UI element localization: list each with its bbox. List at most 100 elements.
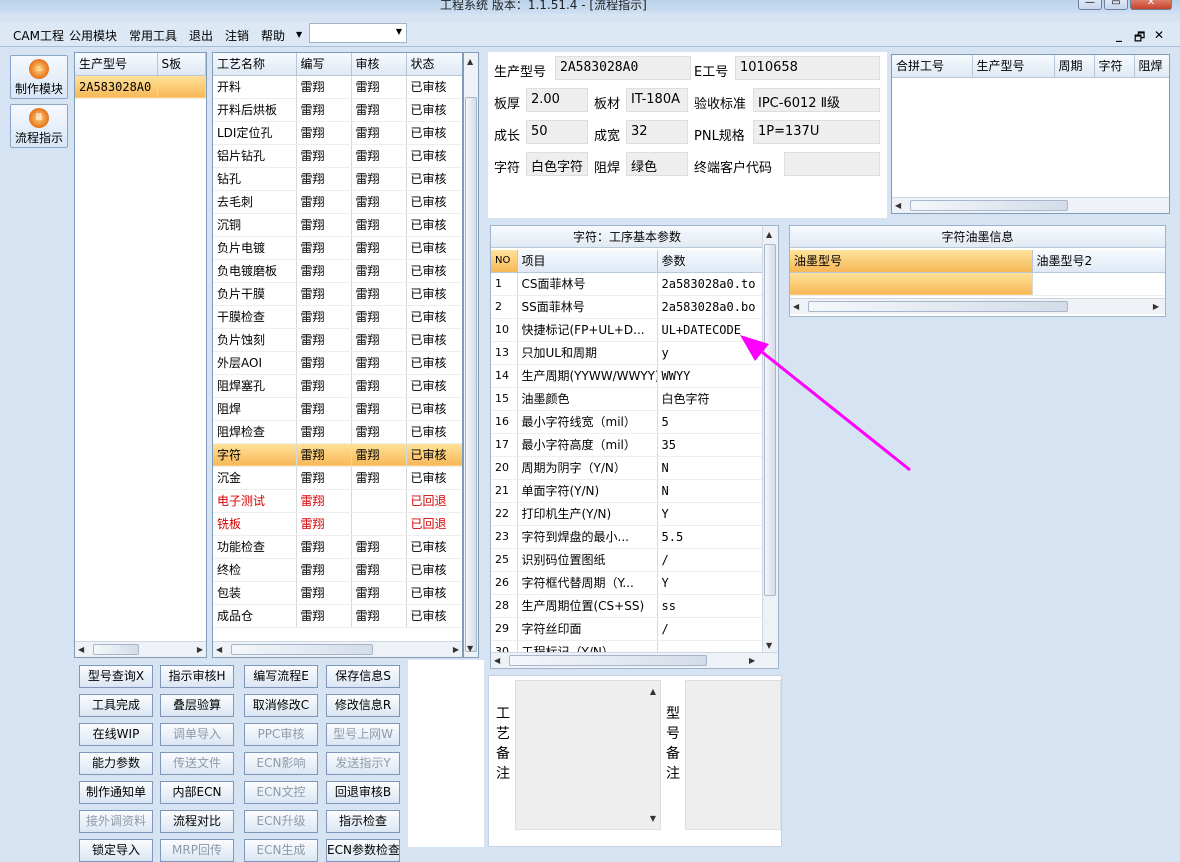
params-no-header[interactable]: NO bbox=[491, 250, 518, 273]
ink-model-header[interactable]: 油墨型号 bbox=[790, 250, 1033, 273]
params-item-header[interactable]: 项目 bbox=[517, 250, 658, 273]
merge-legend-header[interactable]: 字符 bbox=[1094, 55, 1135, 78]
process-row[interactable]: 铝片钻孔 雷翔 雷翔 已审核 bbox=[213, 144, 462, 168]
mdi-restore-button[interactable]: 🗗 bbox=[1134, 28, 1145, 49]
process-vscroll-thumb[interactable] bbox=[465, 97, 477, 652]
ink-hscroll-thumb[interactable] bbox=[808, 301, 1068, 312]
action-button-3-0[interactable]: 能力参数 bbox=[79, 752, 153, 775]
action-button-3-2[interactable]: ECN影响 bbox=[244, 752, 318, 775]
params-row[interactable]: 14 生产周期(YYWW/WWYY) WWYY bbox=[491, 364, 764, 388]
params-row[interactable]: 10 快捷标记(FP+UL+D... UL+DATECODE bbox=[491, 318, 764, 342]
process-hscroll-thumb[interactable] bbox=[231, 644, 373, 655]
maximize-button[interactable]: ▭ bbox=[1104, 0, 1128, 10]
process-row[interactable]: LDI定位孔 雷翔 雷翔 已审核 bbox=[213, 121, 462, 145]
material-field[interactable]: IT-180A bbox=[626, 88, 688, 112]
model-hscrollbar[interactable]: ◀ ▶ bbox=[75, 641, 206, 657]
action-button-6-3[interactable]: ECN参数检查 bbox=[326, 839, 400, 862]
process-row[interactable]: 去毛刺 雷翔 雷翔 已审核 bbox=[213, 190, 462, 214]
action-button-4-0[interactable]: 制作通知单 bbox=[79, 781, 153, 804]
process-row[interactable]: 外层AOI 雷翔 雷翔 已审核 bbox=[213, 351, 462, 375]
menu-logout[interactable]: 注销 bbox=[225, 27, 249, 44]
merge-hscroll-thumb[interactable] bbox=[910, 200, 1068, 211]
action-button-3-1[interactable]: 传送文件 bbox=[160, 752, 234, 775]
close-button[interactable]: ✕ bbox=[1130, 0, 1172, 10]
action-button-0-0[interactable]: 型号查询X bbox=[79, 665, 153, 688]
menu-tools[interactable]: 常用工具 bbox=[129, 27, 177, 44]
process-row[interactable]: 负片蚀刻 雷翔 雷翔 已审核 bbox=[213, 328, 462, 352]
menu-exit[interactable]: 退出 bbox=[189, 27, 213, 44]
process-row[interactable]: 包装 雷翔 雷翔 已审核 bbox=[213, 581, 462, 605]
params-row[interactable]: 13 只加UL和周期 y bbox=[491, 341, 764, 365]
e-number-field[interactable]: 1010658 bbox=[735, 56, 880, 80]
process-row[interactable]: 开料 雷翔 雷翔 已审核 bbox=[213, 75, 462, 99]
params-row[interactable]: 26 字符框代替周期（Y... Y bbox=[491, 571, 764, 595]
work-header[interactable]: 工 bbox=[205, 53, 206, 76]
merge-model-header[interactable]: 生产型号 bbox=[972, 55, 1055, 78]
model-field[interactable]: 2A583028A0 bbox=[555, 56, 691, 80]
process-row[interactable]: 字符 雷翔 雷翔 已审核 bbox=[213, 443, 462, 467]
process-row[interactable]: 阻焊塞孔 雷翔 雷翔 已审核 bbox=[213, 374, 462, 398]
action-button-6-1[interactable]: MRP回传 bbox=[160, 839, 234, 862]
params-hscroll-thumb[interactable] bbox=[509, 655, 707, 666]
model-hscroll-thumb[interactable] bbox=[93, 644, 139, 655]
menu-cam[interactable]: CAM工程 bbox=[13, 27, 64, 44]
merge-period-header[interactable]: 周期 bbox=[1054, 55, 1095, 78]
acceptance-standard-field[interactable]: IPC-6012 Ⅱ级 bbox=[753, 88, 880, 112]
process-note-textarea[interactable]: ▲ ▼ bbox=[515, 680, 661, 830]
process-row[interactable]: 铣板 雷翔 已回退 bbox=[213, 512, 462, 536]
action-button-5-1[interactable]: 流程对比 bbox=[160, 810, 234, 833]
process-row[interactable]: 终检 雷翔 雷翔 已审核 bbox=[213, 558, 462, 582]
ink-model2-header[interactable]: 油墨型号2 bbox=[1032, 250, 1165, 273]
action-button-3-3[interactable]: 发送指示Y bbox=[326, 752, 400, 775]
ink-hscrollbar[interactable]: ◀ ▶ bbox=[790, 298, 1165, 314]
toolbar-combobox[interactable]: ▼ bbox=[309, 23, 407, 43]
model-row[interactable]: 2A583028A0 F bbox=[75, 75, 206, 99]
end-customer-code-field[interactable] bbox=[784, 152, 880, 176]
process-row[interactable]: 钻孔 雷翔 雷翔 已审核 bbox=[213, 167, 462, 191]
params-row[interactable]: 25 识别码位置图纸 / bbox=[491, 548, 764, 572]
action-button-2-0[interactable]: 在线WIP bbox=[79, 723, 153, 746]
params-row[interactable]: 15 油墨颜色 白色字符 bbox=[491, 387, 764, 411]
params-value-header[interactable]: 参数 bbox=[657, 250, 764, 273]
mdi-close-button[interactable]: ✕ bbox=[1154, 28, 1164, 42]
process-row[interactable]: 成品仓 雷翔 雷翔 已审核 bbox=[213, 604, 462, 628]
action-button-2-2[interactable]: PPC审核 bbox=[244, 723, 318, 746]
process-row[interactable]: 阻焊 雷翔 雷翔 已审核 bbox=[213, 397, 462, 421]
minimize-button[interactable]: — bbox=[1078, 0, 1102, 10]
params-row[interactable]: 1 CS面菲林号 2a583028a0.to bbox=[491, 272, 764, 296]
process-name-header[interactable]: 工艺名称 bbox=[213, 53, 297, 76]
process-row[interactable]: 电子测试 雷翔 已回退 bbox=[213, 489, 462, 513]
process-row[interactable]: 负片干膜 雷翔 雷翔 已审核 bbox=[213, 282, 462, 306]
process-vscrollbar[interactable]: ▲ ▼ bbox=[463, 52, 479, 658]
merge-mask-header[interactable]: 阻焊 bbox=[1134, 55, 1169, 78]
make-module-button[interactable]: ♨ 制作模块 bbox=[10, 55, 68, 99]
process-instruction-button[interactable]: Ⅲ 流程指示 bbox=[10, 104, 68, 148]
params-row[interactable]: 17 最小字符高度（mil） 35 bbox=[491, 433, 764, 457]
action-button-1-2[interactable]: 取消修改C bbox=[244, 694, 318, 717]
pnl-spec-field[interactable]: 1P=137U bbox=[753, 120, 880, 144]
action-button-0-3[interactable]: 保存信息S bbox=[326, 665, 400, 688]
action-button-1-0[interactable]: 工具完成 bbox=[79, 694, 153, 717]
solder-mask-field[interactable]: 绿色 bbox=[626, 152, 688, 176]
writer-header[interactable]: 编写 bbox=[296, 53, 352, 76]
thickness-field[interactable]: 2.00 bbox=[526, 88, 588, 112]
process-row[interactable]: 阻焊检查 雷翔 雷翔 已审核 bbox=[213, 420, 462, 444]
model-note-textarea[interactable] bbox=[685, 680, 781, 830]
action-button-5-2[interactable]: ECN升级 bbox=[244, 810, 318, 833]
length-field[interactable]: 50 bbox=[526, 120, 588, 144]
action-button-6-2[interactable]: ECN生成 bbox=[244, 839, 318, 862]
model-header[interactable]: 生产型号 bbox=[75, 53, 158, 76]
action-button-6-0[interactable]: 锁定导入 bbox=[79, 839, 153, 862]
params-hscrollbar[interactable]: ◀ ▶ bbox=[491, 652, 778, 668]
process-row[interactable]: 开料后烘板 雷翔 雷翔 已审核 bbox=[213, 98, 462, 122]
params-row[interactable]: 20 周期为阴字（Y/N） N bbox=[491, 456, 764, 480]
action-button-2-1[interactable]: 调单导入 bbox=[160, 723, 234, 746]
action-button-2-3[interactable]: 型号上网W bbox=[326, 723, 400, 746]
params-row[interactable]: 29 字符丝印面 / bbox=[491, 617, 764, 641]
width-field[interactable]: 32 bbox=[626, 120, 688, 144]
process-row[interactable]: 功能检查 雷翔 雷翔 已审核 bbox=[213, 535, 462, 559]
process-row[interactable]: 干膜检查 雷翔 雷翔 已审核 bbox=[213, 305, 462, 329]
action-button-1-3[interactable]: 修改信息R bbox=[326, 694, 400, 717]
action-button-4-3[interactable]: 回退审核B bbox=[326, 781, 400, 804]
reviewer-header[interactable]: 审核 bbox=[351, 53, 407, 76]
